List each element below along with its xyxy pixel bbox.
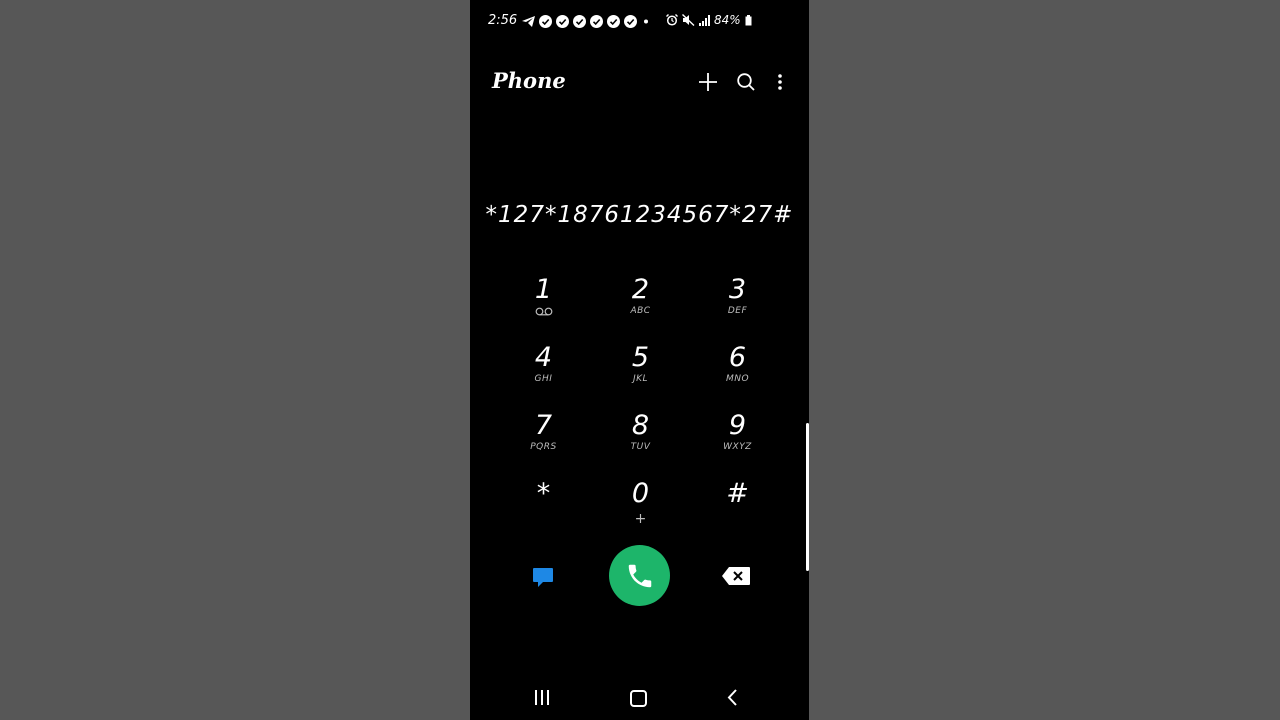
key-letters: TUV — [630, 442, 651, 452]
signal-icon — [699, 14, 710, 26]
battery-percent: 84% — [714, 13, 741, 27]
system-status-icons: 84% — [666, 13, 752, 27]
key-star[interactable]: * — [495, 478, 592, 546]
telegram-icon — [522, 16, 535, 27]
right-background — [809, 0, 1280, 720]
key-digit: 3 — [728, 274, 747, 305]
check-circle-icon — [590, 15, 603, 28]
check-circle-icon — [539, 15, 552, 28]
key-letters: WXYZ — [723, 442, 752, 452]
check-circle-icon — [573, 15, 586, 28]
key-digit: 9 — [728, 410, 747, 441]
check-circle-icon — [624, 15, 637, 28]
key-digit: 6 — [728, 342, 747, 373]
scroll-indicator — [806, 423, 809, 571]
recents-icon[interactable] — [535, 690, 549, 705]
notification-icons — [522, 15, 651, 28]
message-button[interactable] — [531, 565, 555, 589]
key-7[interactable]: 7 PQRS — [495, 410, 592, 478]
key-4[interactable]: 4 GHI — [495, 342, 592, 410]
backspace-button[interactable] — [721, 566, 751, 586]
key-letters: ABC — [630, 306, 651, 316]
search-icon[interactable] — [734, 70, 758, 94]
phone-icon — [628, 564, 651, 587]
key-digit: 7 — [534, 410, 553, 441]
key-letters: JKL — [632, 374, 649, 384]
key-8[interactable]: 8 TUV — [592, 410, 689, 478]
key-digit: 5 — [631, 342, 650, 373]
key-letters: GHI — [534, 374, 553, 384]
left-background — [0, 0, 470, 720]
check-circle-icon — [607, 15, 620, 28]
check-circle-icon — [556, 15, 569, 28]
key-digit: 1 — [534, 274, 553, 305]
key-5[interactable]: 5 JKL — [592, 342, 689, 410]
more-vert-icon[interactable] — [768, 70, 792, 94]
key-3[interactable]: 3 DEF — [689, 274, 786, 342]
key-digit: * — [536, 478, 551, 509]
back-icon[interactable] — [727, 689, 737, 710]
key-digit: 0 — [631, 478, 650, 509]
key-digit: 8 — [631, 410, 650, 441]
key-9[interactable]: 9 WXYZ — [689, 410, 786, 478]
key-letters: PQRS — [530, 442, 557, 452]
key-letters: + — [634, 511, 647, 527]
mute-icon — [682, 14, 695, 26]
backspace-icon — [722, 567, 750, 585]
key-1[interactable]: 1 — [495, 274, 592, 342]
alarm-icon — [666, 14, 678, 26]
call-button[interactable] — [609, 545, 670, 606]
key-0[interactable]: 0 + — [592, 478, 689, 546]
add-icon[interactable] — [696, 70, 720, 94]
dial-number-display[interactable]: *127*18761234567*27# — [470, 202, 809, 228]
dial-keypad: 1 2 ABC 3 DEF 4 GHI 5 JKL 6 MNO 7 PQRS 8 — [495, 274, 786, 546]
battery-icon — [745, 14, 752, 25]
key-6[interactable]: 6 MNO — [689, 342, 786, 410]
key-2[interactable]: 2 ABC — [592, 274, 689, 342]
key-hash[interactable]: # — [689, 478, 786, 546]
phone-screen: 2:56 84% Phone *127*18761234567*27# 1 2 … — [470, 0, 809, 720]
dot-icon — [644, 19, 648, 24]
key-letters: DEF — [727, 306, 748, 316]
message-icon — [533, 568, 553, 587]
key-letters: MNO — [725, 374, 750, 384]
key-digit: 2 — [631, 274, 650, 305]
voicemail-icon — [535, 307, 552, 316]
key-digit: # — [726, 478, 749, 509]
home-icon[interactable] — [630, 690, 647, 707]
status-bar: 2:56 84% — [470, 0, 809, 44]
status-time: 2:56 — [488, 13, 518, 28]
key-digit: 4 — [534, 342, 553, 373]
page-title: Phone — [492, 68, 566, 93]
